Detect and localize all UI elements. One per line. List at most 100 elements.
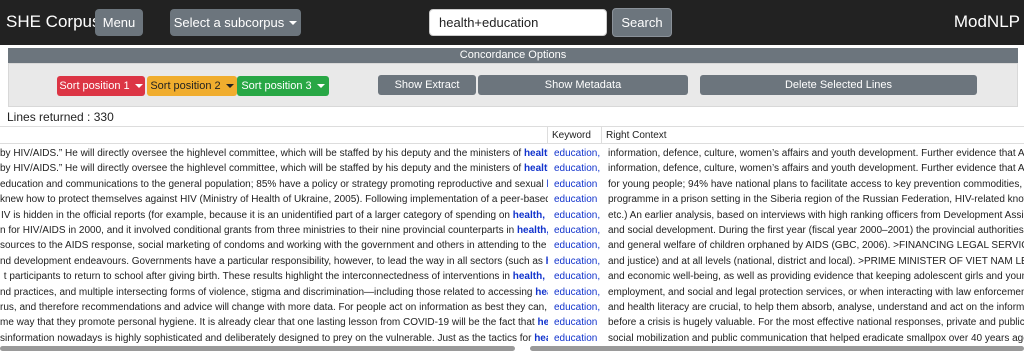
node-word[interactable]: health, bbox=[513, 210, 545, 221]
concordance-options-toggle[interactable]: Concordance Options bbox=[8, 48, 1018, 63]
left-context-cell: by HIV/AIDS.” He will directly oversee t… bbox=[0, 146, 548, 161]
concordance-options-title: Concordance Options bbox=[459, 49, 567, 61]
modnlp-brand[interactable]: ModNLP bbox=[954, 12, 1020, 32]
keyword-cell[interactable]: education bbox=[550, 315, 604, 330]
table-row[interactable]: t participants to return to school after… bbox=[0, 269, 1024, 284]
caret-down-icon bbox=[225, 84, 234, 88]
node-word[interactable]: health, bbox=[513, 271, 545, 282]
table-row[interactable]: nd practices, and multiple intersecting … bbox=[0, 285, 1024, 300]
left-context-cell: nd development endeavours. Governments h… bbox=[0, 254, 548, 269]
keyword-cell[interactable]: education bbox=[550, 331, 604, 346]
sort-position-2-label: Sort position 2 bbox=[150, 80, 221, 92]
left-context-cell: nd practices, and multiple intersecting … bbox=[0, 285, 548, 300]
table-row[interactable]: nd development endeavours. Governments h… bbox=[0, 254, 1024, 269]
table-row[interactable]: by HIV/AIDS.” He will directly oversee t… bbox=[0, 146, 1024, 161]
brand-title[interactable]: SHE Corpus bbox=[6, 12, 100, 32]
keyword-cell[interactable]: education, bbox=[550, 208, 604, 223]
left-context-cell: sources to the AIDS response, social mar… bbox=[0, 238, 548, 253]
node-word[interactable]: health bbox=[534, 333, 548, 344]
right-context-cell: information, defence, culture, women’s a… bbox=[608, 148, 1024, 159]
left-context-text: me way that they promote personal hygien… bbox=[0, 317, 535, 329]
left-context-cell: me way that they promote personal hygien… bbox=[0, 315, 548, 330]
keyword-cell[interactable]: education, bbox=[550, 146, 604, 161]
delete-selected-lines-button[interactable]: Delete Selected Lines bbox=[700, 75, 977, 95]
right-context-cell: and general welfare of children orphaned… bbox=[608, 240, 1024, 252]
keyword-cell[interactable]: education bbox=[550, 192, 604, 207]
node-word[interactable]: health, bbox=[546, 256, 548, 267]
right-context-cell: information, defence, culture, women’s a… bbox=[608, 163, 1024, 175]
left-context-text: IV is hidden in the official reports (fo… bbox=[0, 209, 510, 221]
table-row[interactable]: sources to the AIDS response, social mar… bbox=[0, 238, 1024, 253]
sort-position-1-dropdown[interactable]: Sort position 1 bbox=[57, 76, 145, 96]
table-header: Keyword Right Context bbox=[0, 126, 1024, 144]
left-context-header[interactable] bbox=[0, 127, 548, 144]
search-button-label: Search bbox=[621, 15, 663, 30]
node-word[interactable]: health bbox=[546, 179, 548, 190]
left-context-text: sources to the AIDS response, social mar… bbox=[0, 240, 547, 252]
keyword-cell[interactable]: education, bbox=[550, 269, 604, 284]
horizontal-scrollbar-right[interactable] bbox=[530, 346, 1024, 351]
node-word[interactable]: health bbox=[538, 317, 549, 328]
right-context-cell: social mobilization and public communica… bbox=[608, 332, 1024, 344]
right-context-cell: before a crisis is hugely valuable. For … bbox=[608, 317, 1024, 329]
left-context-cell: t participants to return to school after… bbox=[0, 269, 548, 284]
right-context-cell: programme in a prison setting in the Sib… bbox=[608, 194, 1024, 206]
left-context-cell: knew how to protect themselves against H… bbox=[0, 192, 548, 207]
select-subcorpus-dropdown[interactable]: Select a subcorpus bbox=[170, 9, 301, 36]
keyword-cell[interactable]: education, bbox=[550, 285, 604, 300]
table-row[interactable]: by HIV/AIDS.” He will directly oversee t… bbox=[0, 161, 1024, 176]
show-metadata-label: Show Metadata bbox=[544, 79, 622, 91]
table-row[interactable]: rus, and therefore recommendations and a… bbox=[0, 300, 1024, 315]
select-subcorpus-label: Select a subcorpus bbox=[173, 15, 285, 30]
keyword-cell[interactable]: education, bbox=[550, 300, 604, 315]
right-context-cell: etc.) An earlier analysis, based on inte… bbox=[608, 209, 1024, 221]
right-context-header[interactable]: Right Context bbox=[602, 127, 1024, 144]
left-context-text: education and communications to the gene… bbox=[0, 178, 544, 190]
node-word[interactable]: health, bbox=[524, 148, 548, 159]
left-context-text: nd development endeavours. Governments h… bbox=[0, 255, 543, 267]
caret-down-icon bbox=[316, 84, 325, 88]
keyword-cell[interactable]: education bbox=[550, 177, 604, 192]
left-context-text: knew how to protect themselves against H… bbox=[0, 194, 548, 206]
sort-position-2-dropdown[interactable]: Sort position 2 bbox=[147, 76, 237, 96]
keyword-cell[interactable]: education, bbox=[550, 223, 604, 238]
sort-position-1-label: Sort position 1 bbox=[59, 80, 130, 92]
keyword-cell[interactable]: education, bbox=[550, 238, 604, 253]
search-input[interactable] bbox=[429, 9, 607, 36]
caret-down-icon bbox=[289, 20, 298, 25]
search-button[interactable]: Search bbox=[612, 8, 672, 37]
table-row[interactable]: me way that they promote personal hygien… bbox=[0, 315, 1024, 330]
left-context-cell: education and communications to the gene… bbox=[0, 177, 548, 192]
show-metadata-button[interactable]: Show Metadata bbox=[478, 75, 688, 95]
left-context-cell: by HIV/AIDS.” He will directly oversee t… bbox=[0, 161, 548, 176]
right-context-cell: and economic well-being, as well as prov… bbox=[608, 271, 1024, 283]
left-context-text: by HIV/AIDS.” He will directly oversee t… bbox=[0, 148, 522, 159]
show-extract-label: Show Extract bbox=[394, 79, 460, 91]
menu-button[interactable]: Menu bbox=[95, 9, 143, 36]
sort-position-3-dropdown[interactable]: Sort position 3 bbox=[237, 76, 329, 96]
lines-returned-count: Lines returned : 330 bbox=[7, 110, 114, 124]
right-context-cell: for young people; 94% have national plan… bbox=[608, 178, 1024, 190]
table-row[interactable]: knew how to protect themselves against H… bbox=[0, 192, 1024, 207]
left-context-cell: IV is hidden in the official reports (fo… bbox=[0, 208, 548, 223]
left-context-cell: rus, and therefore recommendations and a… bbox=[0, 300, 548, 315]
keyword-header[interactable]: Keyword bbox=[548, 127, 602, 144]
left-context-text: by HIV/AIDS.” He will directly oversee t… bbox=[0, 163, 522, 175]
table-row[interactable]: n for HIV/AIDS in 2000, and it involved … bbox=[0, 223, 1024, 238]
node-word[interactable]: health, bbox=[517, 225, 548, 236]
keyword-cell[interactable]: education, bbox=[550, 161, 604, 176]
keyword-cell[interactable]: education, bbox=[550, 254, 604, 269]
table-row[interactable]: education and communications to the gene… bbox=[0, 177, 1024, 192]
horizontal-scrollbar-left[interactable] bbox=[0, 346, 515, 351]
left-context-cell: sinformation nowadays is highly sophisti… bbox=[0, 331, 548, 346]
node-word[interactable]: health, bbox=[535, 287, 548, 298]
left-context-cell: n for HIV/AIDS in 2000, and it involved … bbox=[0, 223, 548, 238]
table-row[interactable]: IV is hidden in the official reports (fo… bbox=[0, 208, 1024, 223]
table-row[interactable]: sinformation nowadays is highly sophisti… bbox=[0, 331, 1024, 346]
left-context-text: t participants to return to school after… bbox=[3, 271, 510, 283]
show-extract-button[interactable]: Show Extract bbox=[378, 75, 476, 95]
sort-position-3-label: Sort position 3 bbox=[241, 80, 312, 92]
menu-button-label: Menu bbox=[102, 15, 136, 30]
left-context-text: nd practices, and multiple intersecting … bbox=[0, 286, 533, 298]
node-word[interactable]: health, bbox=[524, 163, 548, 174]
